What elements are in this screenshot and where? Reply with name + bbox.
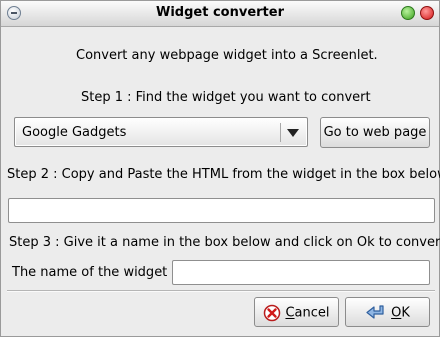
widget-converter-window: Widget converter Convert any webpage wid… — [0, 0, 440, 337]
window-title: Widget converter — [155, 5, 284, 20]
chevron-down-icon — [287, 129, 299, 137]
widget-name-label: The name of the widget — [12, 265, 168, 280]
step2-label: Step 2 : Copy and Paste the HTML from th… — [7, 167, 440, 182]
ok-label: K — [401, 305, 410, 321]
cancel-label: ancel — [294, 305, 330, 321]
widget-source-value: Google Gadgets — [22, 125, 127, 140]
go-to-web-page-label: Go to web page — [323, 125, 427, 140]
widget-source-dropdown[interactable]: Google Gadgets — [14, 117, 308, 147]
minimize-button[interactable] — [401, 6, 415, 20]
step3-label: Step 3 : Give it a name in the box below… — [9, 235, 440, 250]
go-to-web-page-button[interactable]: Go to web page — [320, 117, 430, 148]
intro-text: Convert any webpage widget into a Screen… — [76, 48, 378, 63]
step1-label: Step 1 : Find the widget you want to con… — [81, 90, 371, 105]
cancel-icon — [264, 304, 281, 322]
ok-mnemonic: O — [391, 305, 402, 321]
button-separator — [7, 290, 435, 292]
cancel-button[interactable]: Cancel — [254, 297, 339, 327]
cancel-mnemonic: C — [285, 305, 295, 321]
html-input[interactable] — [9, 199, 434, 222]
ok-button[interactable]: OK — [345, 297, 430, 327]
widget-name-input[interactable] — [173, 261, 429, 284]
close-button[interactable] — [420, 6, 434, 20]
dropdown-separator — [280, 123, 281, 142]
ok-icon — [366, 305, 384, 319]
html-input-field[interactable] — [8, 198, 435, 223]
widget-name-field[interactable] — [172, 260, 430, 285]
title-bar[interactable]: Widget converter — [1, 1, 439, 27]
